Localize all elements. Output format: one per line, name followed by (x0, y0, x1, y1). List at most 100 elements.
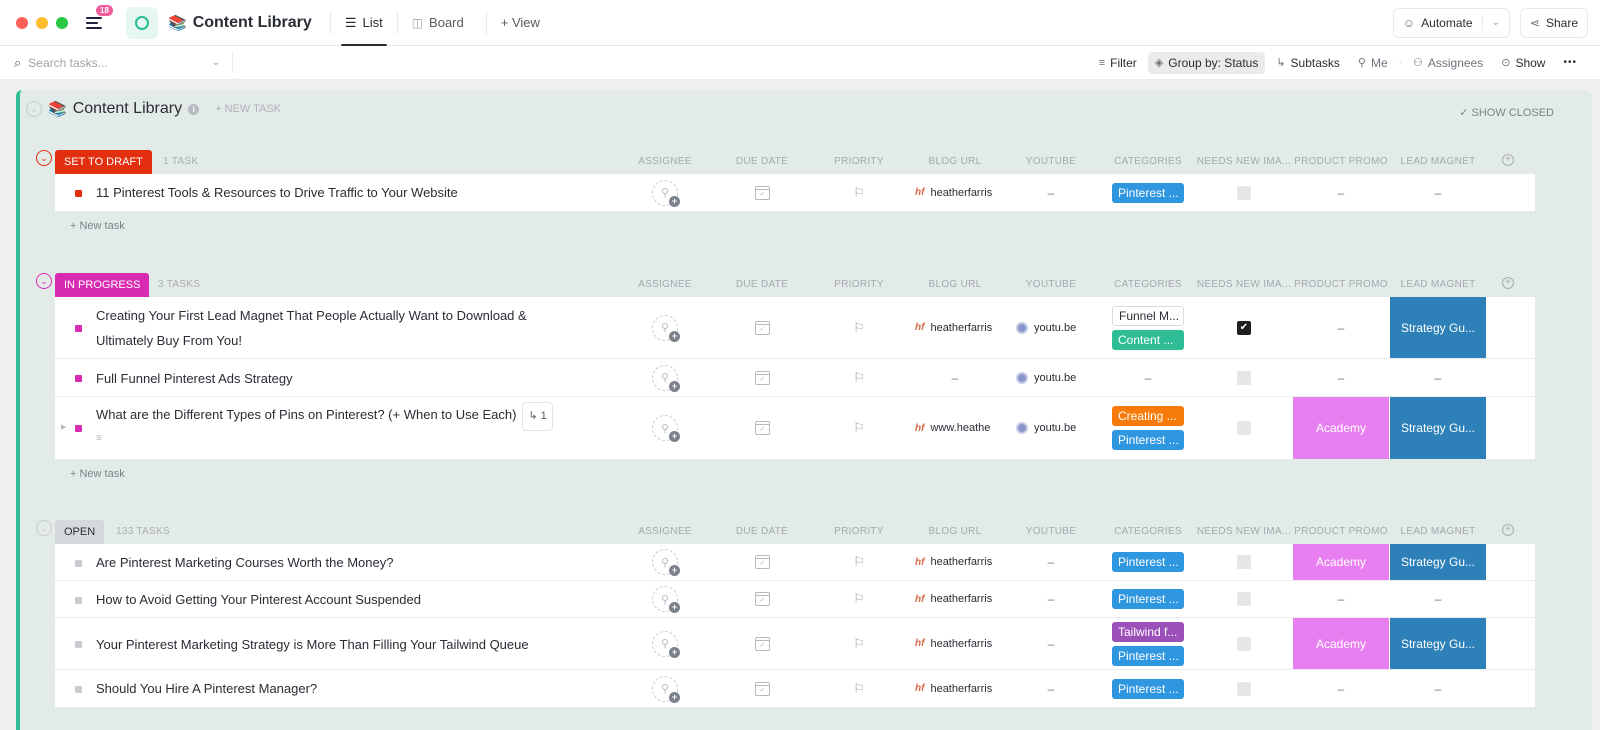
add-column-icon[interactable]: + (1502, 277, 1514, 289)
calendar-icon[interactable] (754, 370, 770, 385)
chevron-down-icon[interactable]: ⌄ (1492, 17, 1500, 28)
lead-magnet-dropdown[interactable]: Strategy Gu... (1390, 618, 1486, 669)
add-assignee-button[interactable]: ⚲ + (652, 364, 680, 392)
maximize-window-button[interactable] (56, 16, 68, 29)
flag-icon[interactable]: ⚐ (853, 554, 865, 570)
add-assignee-button[interactable]: ⚲ + (652, 179, 680, 207)
column-header[interactable]: ASSIGNEE (615, 526, 715, 537)
needs-new-image-checkbox[interactable] (1237, 370, 1251, 385)
category-tag[interactable]: Pinterest ... (1112, 589, 1184, 609)
youtube-link[interactable]: youtu.be (1016, 371, 1086, 384)
column-header[interactable]: DUE DATE (712, 156, 812, 167)
subtask-count-badge[interactable]: ↳ 1 (522, 402, 553, 431)
task-row[interactable]: ▶ ≡ What are the Different Types of Pins o… (55, 397, 1535, 459)
category-tag[interactable]: Content ... (1112, 329, 1184, 350)
product-promo-dropdown[interactable]: Academy (1293, 618, 1389, 669)
assignees-button[interactable]: ⚇ Assignees (1406, 52, 1490, 74)
column-header[interactable]: PRODUCT PROMO (1291, 526, 1391, 537)
column-header[interactable]: ASSIGNEE (615, 279, 715, 290)
task-name[interactable]: Full Funnel Pinterest Ads Strategy (96, 366, 293, 391)
lead-magnet-dropdown[interactable]: Strategy Gu... (1390, 397, 1486, 459)
column-header[interactable]: ASSIGNEE (615, 156, 715, 167)
task-name[interactable]: How to Avoid Getting Your Pinterest Acco… (96, 587, 421, 612)
flag-icon[interactable]: ⚐ (853, 320, 865, 336)
calendar-icon[interactable] (754, 592, 770, 606)
column-header[interactable]: CATEGORIES (1098, 279, 1198, 290)
column-header[interactable]: PRODUCT PROMO (1291, 156, 1391, 167)
needs-new-image-checkbox[interactable] (1237, 555, 1251, 569)
task-row[interactable]: Are Pinterest Marketing Courses Worth th… (55, 544, 1535, 581)
task-name[interactable]: 11 Pinterest Tools & Resources to Drive … (96, 180, 458, 205)
column-header[interactable]: NEEDS NEW IMA... (1194, 156, 1294, 167)
sidebar-menu-button[interactable]: 18 (86, 4, 113, 33)
flag-icon[interactable]: ⚐ (853, 420, 865, 436)
status-square[interactable] (75, 189, 82, 197)
blog-url-link[interactable]: hf heatherfarris (915, 593, 995, 605)
task-row[interactable]: Full Funnel Pinterest Ads Strategy ⚲+ ⚐ – yo… (55, 359, 1535, 397)
needs-new-image-checkbox[interactable] (1237, 421, 1251, 435)
share-button[interactable]: ⋖ Share (1519, 7, 1588, 38)
flag-icon[interactable]: ⚐ (853, 636, 865, 652)
me-filter-button[interactable]: ⚲ Me (1351, 52, 1395, 74)
column-header[interactable]: PRIORITY (809, 156, 909, 167)
youtube-link[interactable]: youtu.be (1016, 321, 1086, 334)
column-header[interactable]: BLOG URL (905, 526, 1005, 537)
column-header[interactable]: NEEDS NEW IMA... (1194, 279, 1294, 290)
info-icon[interactable]: i (188, 103, 200, 115)
needs-new-image-checkbox[interactable] (1237, 592, 1251, 606)
task-row[interactable]: 11 Pinterest Tools & Resources to Drive … (55, 174, 1535, 211)
column-header[interactable]: LEAD MAGNET (1388, 279, 1488, 290)
status-square[interactable] (75, 325, 82, 332)
new-task-button[interactable]: + New task (20, 459, 1576, 489)
add-assignee-button[interactable]: ⚲ + (652, 675, 680, 703)
minimize-window-button[interactable] (36, 16, 48, 29)
chevron-down-icon[interactable]: ⌄ (212, 57, 220, 68)
needs-new-image-checkbox[interactable] (1237, 636, 1251, 651)
column-header[interactable]: YOUTUBE (1001, 156, 1101, 167)
task-name[interactable]: Creating Your First Lead Magnet That Peo… (96, 303, 566, 353)
column-header[interactable]: CATEGORIES (1098, 156, 1198, 167)
add-view-button[interactable]: + View (497, 0, 544, 46)
needs-new-image-checkbox[interactable] (1237, 681, 1251, 696)
needs-new-image-checkbox[interactable]: ✔ (1237, 320, 1251, 335)
category-tag[interactable]: Tailwind f... (1112, 621, 1184, 642)
task-name[interactable]: Should You Hire A Pinterest Manager? (96, 676, 317, 701)
category-tag[interactable]: Pinterest ... (1112, 552, 1184, 572)
needs-new-image-checkbox[interactable] (1237, 185, 1251, 200)
column-header[interactable]: LEAD MAGNET (1388, 526, 1488, 537)
task-row[interactable]: Your Pinterest Marketing Strategy is Mor… (55, 618, 1535, 670)
column-header[interactable]: CATEGORIES (1098, 526, 1198, 537)
show-closed-toggle[interactable]: ✓ SHOW CLOSED (1459, 106, 1554, 119)
add-column-icon[interactable]: + (1502, 524, 1514, 536)
column-header[interactable]: YOUTUBE (1001, 526, 1101, 537)
task-name[interactable]: Your Pinterest Marketing Strategy is Mor… (96, 632, 529, 657)
expand-subtasks-icon[interactable]: ▶ (61, 423, 66, 431)
tab-list[interactable]: ☰ List (340, 0, 387, 46)
automate-button[interactable]: ☺ Automate ⌄ (1392, 7, 1510, 38)
youtube-link[interactable]: youtu.be (1016, 422, 1086, 434)
blog-url-link[interactable]: hf heatherfarris (915, 683, 995, 695)
subtasks-button[interactable]: ↳ Subtasks (1269, 52, 1347, 74)
add-assignee-button[interactable]: ⚲ + (652, 630, 680, 658)
filter-button[interactable]: ≡ Filter (1092, 52, 1144, 74)
search-input[interactable]: ⌕ Search tasks... ⌄ (14, 55, 220, 71)
flag-icon[interactable]: ⚐ (853, 681, 865, 697)
category-tag[interactable]: Pinterest ... (1112, 678, 1184, 699)
status-square[interactable] (75, 641, 82, 648)
category-tag[interactable]: Pinterest ... (1112, 430, 1184, 450)
add-assignee-button[interactable]: ⚲ + (652, 415, 680, 442)
add-column-icon[interactable]: + (1502, 154, 1514, 166)
blog-url-link[interactable]: hf heatherfarris (915, 187, 995, 199)
category-tag[interactable]: Pinterest ... (1112, 182, 1184, 203)
collapse-group-button[interactable]: ⌄ (36, 520, 52, 536)
tab-board[interactable]: ◫ Board (408, 0, 468, 46)
category-tag[interactable]: Pinterest ... (1112, 645, 1184, 666)
flag-icon[interactable]: ⚐ (853, 185, 865, 201)
column-header[interactable]: PRIORITY (809, 526, 909, 537)
new-task-button[interactable]: + New task (20, 211, 1576, 241)
task-name[interactable]: What are the Different Types of Pins on … (96, 402, 553, 431)
blog-url-link[interactable]: hf www.heathe (915, 422, 995, 434)
add-assignee-button[interactable]: ⚲ + (652, 314, 680, 342)
calendar-icon[interactable] (754, 421, 770, 435)
column-header[interactable]: BLOG URL (905, 279, 1005, 290)
